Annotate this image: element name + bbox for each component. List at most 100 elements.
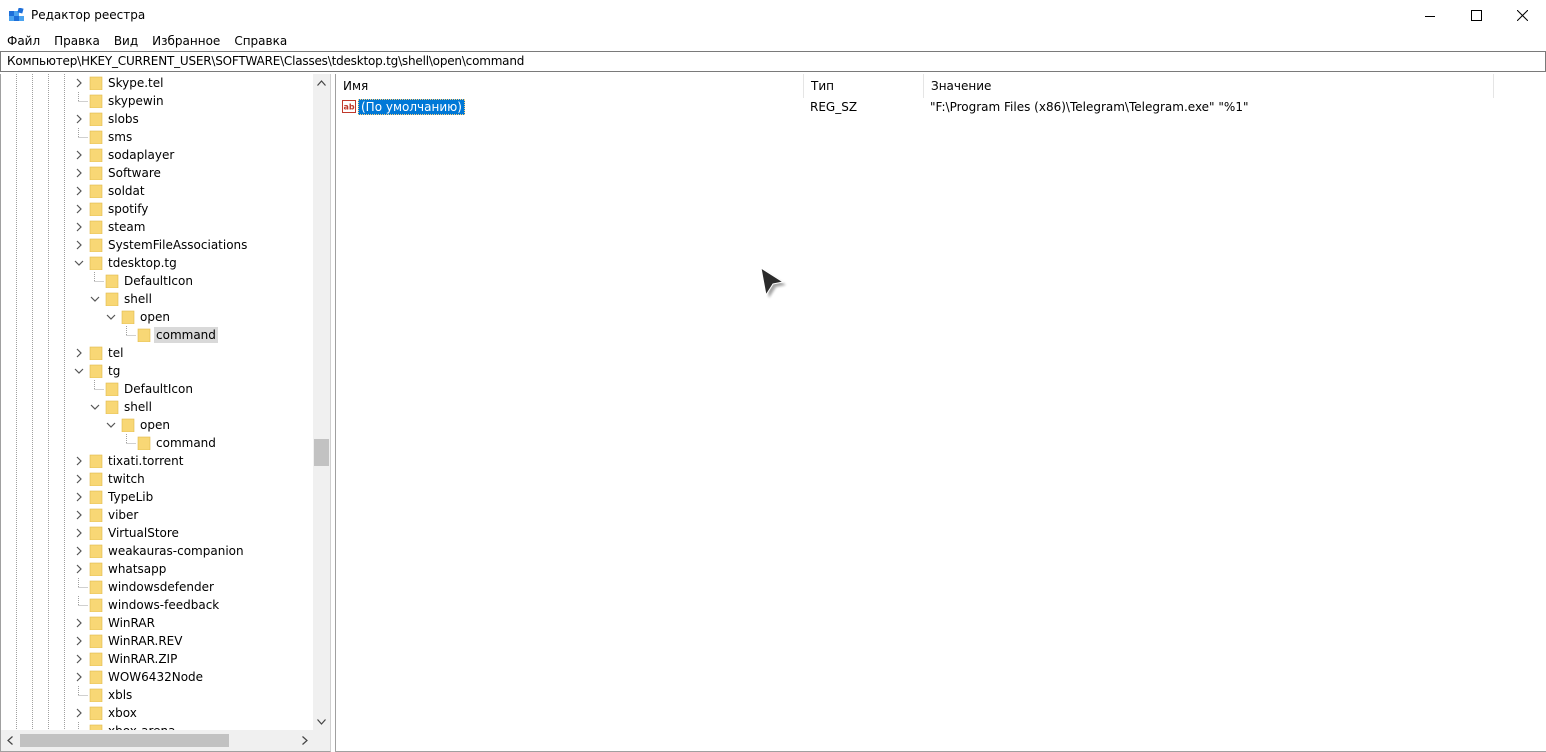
tree-node-label[interactable]: viber (106, 507, 140, 523)
tree-node-label[interactable]: DefaultIcon (122, 381, 195, 397)
tree-node[interactable]: xbox (1, 704, 311, 722)
chevron-down-icon[interactable] (89, 293, 101, 305)
column-header-data[interactable]: Значение (924, 74, 1494, 98)
maximize-button[interactable] (1453, 0, 1499, 31)
tree-node-label[interactable]: xbox (106, 705, 139, 721)
chevron-right-icon[interactable] (73, 347, 85, 359)
tree-node-label[interactable]: SystemFileAssociations (106, 237, 249, 253)
tree-node[interactable]: whatsapp (1, 560, 311, 578)
tree-node[interactable]: xbls (1, 686, 311, 704)
chevron-down-icon[interactable] (73, 365, 85, 377)
chevron-right-icon[interactable] (73, 239, 85, 251)
tree-node-label[interactable]: TypeLib (106, 489, 155, 505)
tree-node[interactable]: Skype.tel (1, 74, 311, 92)
tree-node[interactable]: VirtualStore (1, 524, 311, 542)
key-tree[interactable]: Skype.tel skypewin slobs sms sodaplayer Softw… (0, 74, 331, 752)
tree-node-label[interactable]: xbls (106, 687, 134, 703)
scroll-down-arrow-icon[interactable] (313, 713, 330, 730)
chevron-right-icon[interactable] (73, 203, 85, 215)
tree-node[interactable]: WinRAR.REV (1, 632, 311, 650)
tree-node[interactable]: TypeLib (1, 488, 311, 506)
tree-node[interactable]: weakauras-companion (1, 542, 311, 560)
tree-node-label[interactable]: xbox-arena (106, 723, 178, 730)
tree-node-label[interactable]: slobs (106, 111, 141, 127)
tree-node[interactable]: sodaplayer (1, 146, 311, 164)
tree-node[interactable]: steam (1, 218, 311, 236)
tree-node[interactable]: shell (1, 398, 311, 416)
chevron-right-icon[interactable] (73, 707, 85, 719)
tree-node-label[interactable]: skypewin (106, 93, 166, 109)
tree-node-label[interactable]: sodaplayer (106, 147, 176, 163)
tree-node-label[interactable]: steam (106, 219, 147, 235)
menu-view[interactable]: Вид (107, 31, 145, 51)
chevron-right-icon[interactable] (73, 113, 85, 125)
tree-node[interactable]: SystemFileAssociations (1, 236, 311, 254)
tree-node[interactable]: WOW6432Node (1, 668, 311, 686)
chevron-right-icon[interactable] (73, 221, 85, 233)
close-button[interactable] (1499, 0, 1545, 31)
tree-node[interactable]: shell (1, 290, 311, 308)
tree-node-label[interactable]: shell (122, 291, 154, 307)
scroll-up-arrow-icon[interactable] (313, 74, 330, 91)
tree-node-label[interactable]: sms (106, 129, 134, 145)
tree-node[interactable]: open (1, 308, 311, 326)
tree-node-label[interactable]: Software (106, 165, 163, 181)
tree-node-label[interactable]: windowsdefender (106, 579, 216, 595)
tree-vertical-scrollbar[interactable] (313, 74, 330, 730)
tree-node[interactable]: command (1, 326, 311, 344)
tree-node-label[interactable]: tixati.torrent (106, 453, 185, 469)
tree-node[interactable]: slobs (1, 110, 311, 128)
horizontal-scroll-thumb[interactable] (20, 734, 229, 747)
chevron-right-icon[interactable] (73, 473, 85, 485)
chevron-down-icon[interactable] (105, 419, 117, 431)
chevron-right-icon[interactable] (73, 635, 85, 647)
tree-node-label[interactable]: shell (122, 399, 154, 415)
tree-node-label[interactable]: twitch (106, 471, 147, 487)
tree-node-label[interactable]: WinRAR.ZIP (106, 651, 179, 667)
chevron-down-icon[interactable] (89, 401, 101, 413)
chevron-right-icon[interactable] (73, 671, 85, 683)
tree-node[interactable]: tixati.torrent (1, 452, 311, 470)
tree-node[interactable]: sms (1, 128, 311, 146)
tree-node-label[interactable]: WinRAR (106, 615, 157, 631)
value-row[interactable]: ab (По умолчанию) REG_SZ "F:\Program Fil… (336, 98, 1494, 116)
tree-node-label[interactable]: tdesktop.tg (106, 255, 179, 271)
tree-node[interactable]: spotify (1, 200, 311, 218)
column-header-name[interactable]: Имя (336, 74, 804, 98)
chevron-right-icon[interactable] (73, 617, 85, 629)
chevron-right-icon[interactable] (73, 491, 85, 503)
menu-edit[interactable]: Правка (47, 31, 107, 51)
scroll-left-arrow-icon[interactable] (1, 730, 18, 751)
tree-node-label[interactable]: spotify (106, 201, 150, 217)
tree-horizontal-scrollbar[interactable] (1, 730, 313, 751)
tree-node[interactable]: soldat (1, 182, 311, 200)
tree-node[interactable]: windowsdefender (1, 578, 311, 596)
chevron-right-icon[interactable] (73, 455, 85, 467)
tree-node-label[interactable]: whatsapp (106, 561, 168, 577)
tree-node[interactable]: open (1, 416, 311, 434)
tree-node[interactable]: WinRAR (1, 614, 311, 632)
tree-node[interactable]: windows-feedback (1, 596, 311, 614)
tree-node-label[interactable]: command (154, 435, 218, 451)
chevron-right-icon[interactable] (73, 149, 85, 161)
tree-node[interactable]: twitch (1, 470, 311, 488)
tree-node[interactable]: DefaultIcon (1, 272, 311, 290)
scroll-right-arrow-icon[interactable] (296, 730, 313, 751)
menu-favorites[interactable]: Избранное (145, 31, 227, 51)
value-name[interactable]: (По умолчанию) (358, 99, 465, 115)
tree-node[interactable]: skypewin (1, 92, 311, 110)
tree-node[interactable]: command (1, 434, 311, 452)
tree-node-label[interactable]: command (154, 327, 218, 343)
tree-node-label[interactable]: Skype.tel (106, 75, 165, 91)
tree-node-label[interactable]: open (138, 309, 172, 325)
tree-node[interactable]: tdesktop.tg (1, 254, 311, 272)
chevron-right-icon[interactable] (73, 527, 85, 539)
chevron-right-icon[interactable] (73, 653, 85, 665)
values-list[interactable]: Имя Тип Значение ab (По умолчанию) REG_S… (335, 74, 1546, 752)
menu-file[interactable]: Файл (0, 31, 47, 51)
tree-node-label[interactable]: VirtualStore (106, 525, 181, 541)
tree-node[interactable]: tg (1, 362, 311, 380)
tree-node-label[interactable]: WOW6432Node (106, 669, 205, 685)
tree-node-label[interactable]: WinRAR.REV (106, 633, 184, 649)
minimize-button[interactable] (1407, 0, 1453, 31)
